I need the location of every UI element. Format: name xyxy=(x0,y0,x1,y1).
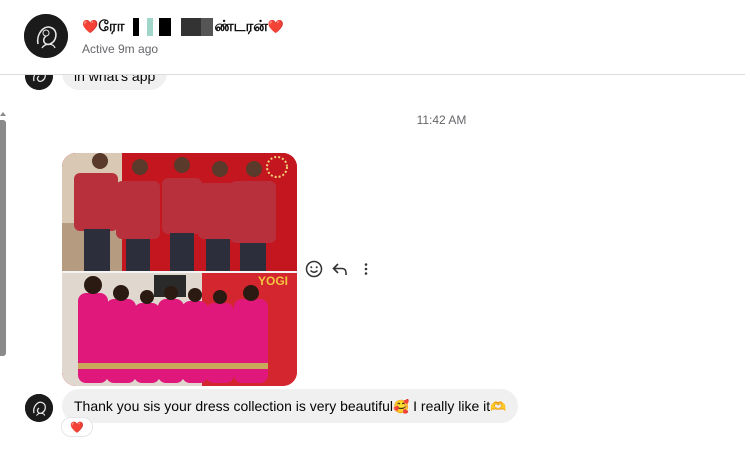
message-timestamp: 11:42 AM xyxy=(416,113,467,127)
active-status: Active 9m ago xyxy=(82,42,159,56)
chat-header: ❤️ரோ ண்டரன்❤️ Active 9m ago xyxy=(0,0,745,75)
react-button[interactable] xyxy=(305,260,323,278)
shared-photo[interactable]: YOGI xyxy=(62,153,297,386)
contact-avatar[interactable] xyxy=(24,14,68,58)
message-text-2: I really like it xyxy=(409,398,491,414)
bottom-edge xyxy=(0,445,745,449)
message-actions xyxy=(305,260,375,278)
more-icon xyxy=(364,263,368,275)
redacted-name-segment-2 xyxy=(181,18,214,37)
reply-button[interactable] xyxy=(331,260,349,278)
banner-text: YOGI xyxy=(258,274,288,288)
heart-hands-emoji: 🫶 xyxy=(490,400,507,415)
contact-name-part1: ரோ xyxy=(98,18,125,35)
redacted-name-segment xyxy=(125,18,180,37)
heart-icon-2: ❤️ xyxy=(267,20,284,35)
sender-avatar[interactable] xyxy=(25,394,53,422)
smiling-hearts-emoji: 🥰 xyxy=(393,400,410,415)
message-text: Thank you sis your dress collection is v… xyxy=(74,398,394,414)
heart-icon: ❤️ xyxy=(82,20,99,35)
heart-reaction[interactable]: ❤️ xyxy=(62,418,92,436)
more-button[interactable] xyxy=(357,260,375,278)
reply-icon xyxy=(332,263,347,275)
contact-name-part2: ண்டரன் xyxy=(214,18,268,35)
smiley-icon xyxy=(305,260,323,278)
message-bubble[interactable]: Thank you sis your dress collection is v… xyxy=(62,389,519,423)
scrollbar[interactable] xyxy=(0,120,6,356)
contact-name[interactable]: ❤️ரோ ண்டரன்❤️ xyxy=(82,18,284,37)
